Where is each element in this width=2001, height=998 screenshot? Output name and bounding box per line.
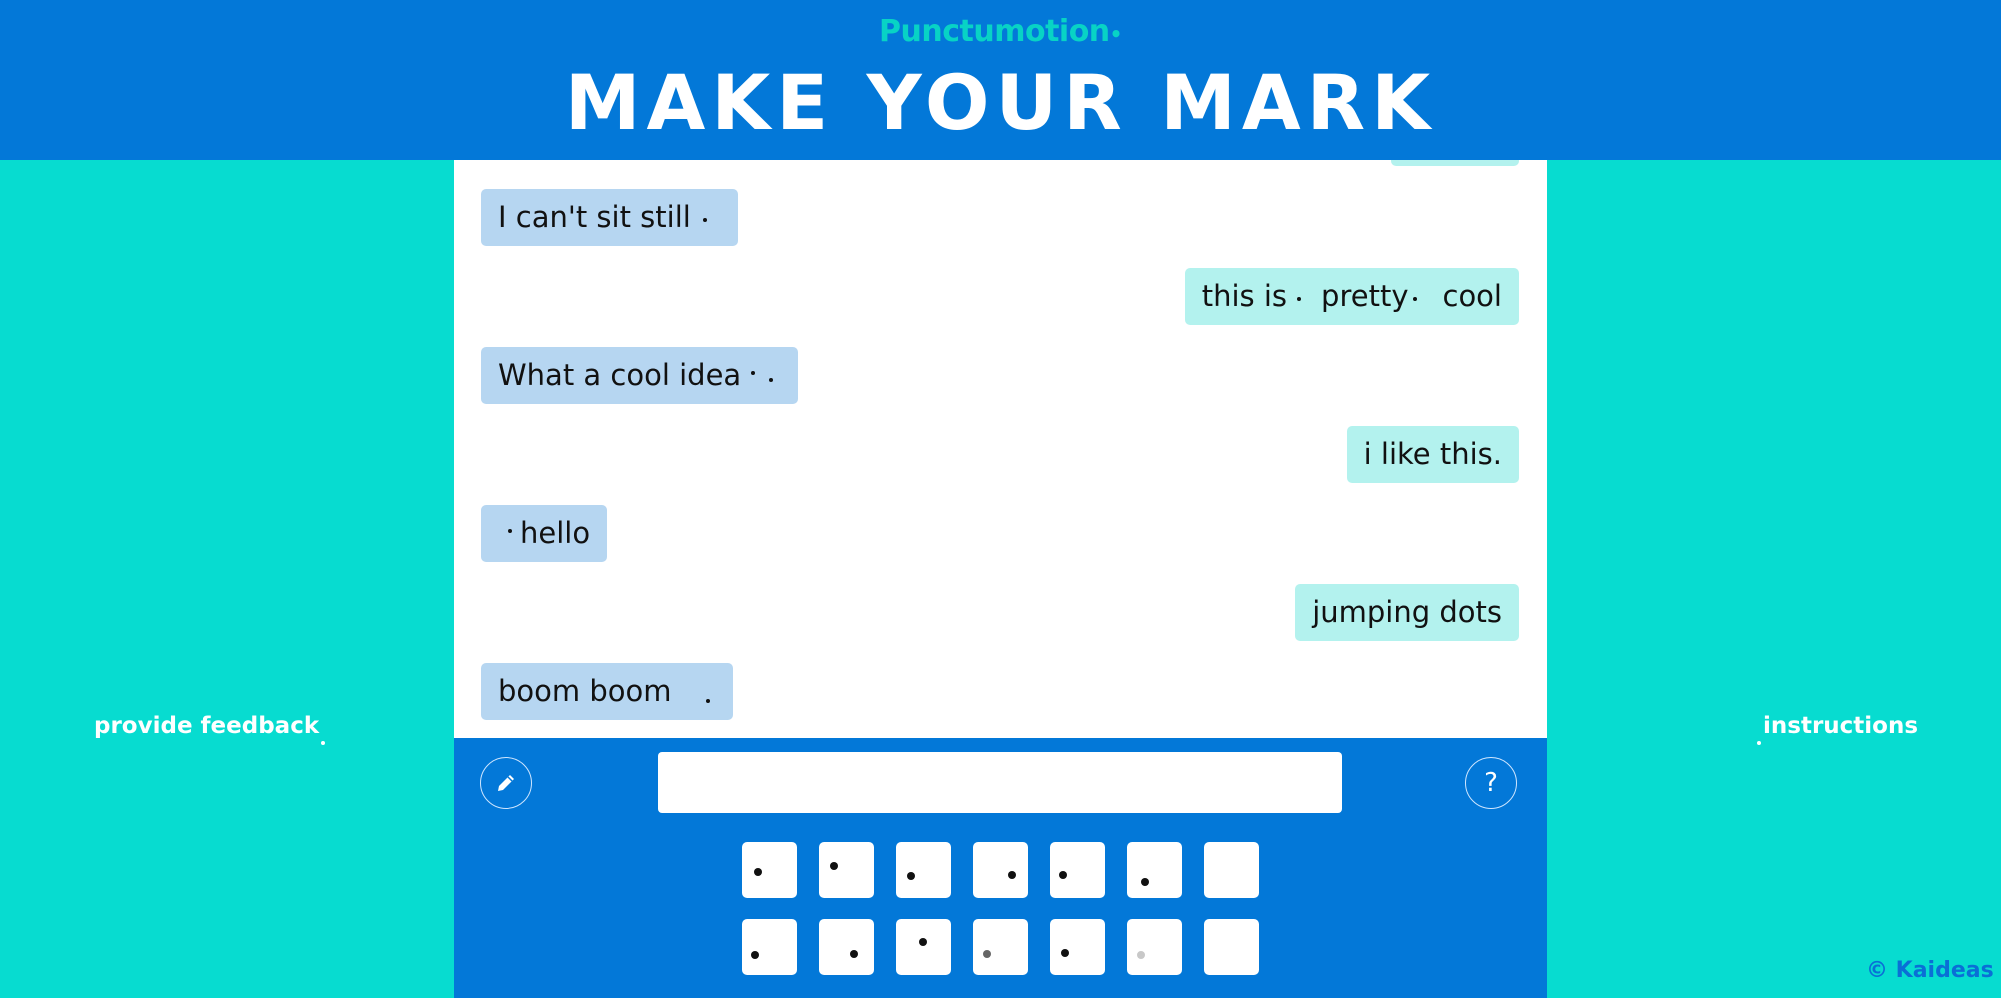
punctuation-dot bbox=[751, 371, 756, 375]
dot-key[interactable] bbox=[896, 842, 951, 898]
punctuation-dot bbox=[702, 218, 707, 222]
dot-icon bbox=[1137, 951, 1145, 959]
punctuation-dot bbox=[508, 529, 512, 533]
message-bubble: I can't sit still bbox=[481, 189, 738, 246]
dot-icon bbox=[830, 862, 838, 870]
message-text: pretty bbox=[1321, 279, 1409, 313]
punctuation-dot bbox=[1297, 297, 1302, 301]
dot-icon bbox=[754, 868, 762, 876]
pencil-icon bbox=[498, 775, 514, 791]
dot-key[interactable] bbox=[1050, 842, 1105, 898]
chat-panel[interactable]: I can't sit still this is pretty cool What… bbox=[454, 160, 1547, 738]
dot-icon bbox=[983, 950, 991, 958]
dot-key[interactable] bbox=[1127, 919, 1182, 975]
instructions-label: instructions bbox=[1763, 713, 1919, 739]
message-bubble: i like this. bbox=[1346, 426, 1519, 483]
message-text: boom boom bbox=[498, 674, 672, 708]
brand-name: Punctumotion bbox=[879, 14, 1110, 49]
dot-icon bbox=[907, 872, 915, 880]
message-text: this is bbox=[1201, 279, 1288, 313]
dot-icon bbox=[1008, 871, 1016, 879]
brand-dot: • bbox=[1109, 22, 1123, 46]
dot-icon bbox=[1061, 949, 1069, 957]
help-button[interactable]: ? bbox=[1465, 757, 1517, 809]
message-bubble: jumping dots bbox=[1295, 584, 1519, 641]
dot-key[interactable] bbox=[1050, 919, 1105, 975]
copyright: © Kaideas bbox=[1866, 958, 1994, 983]
dot-icon bbox=[751, 951, 759, 959]
dot-icon bbox=[1141, 878, 1149, 886]
dot-key[interactable] bbox=[973, 919, 1028, 975]
provide-feedback-label: provide feedback bbox=[94, 713, 320, 739]
punctuation-dot bbox=[1412, 297, 1417, 301]
page-title: MAKE YOUR MARK bbox=[564, 58, 1437, 147]
brand-logo: Punctumotion• bbox=[0, 14, 2001, 49]
message-bubble: boom boom bbox=[481, 663, 733, 720]
message-input[interactable] bbox=[658, 752, 1342, 813]
header: Punctumotion• MAKE YOUR MARK bbox=[0, 0, 2001, 160]
dot-icon bbox=[1059, 871, 1067, 879]
message-bubble-partial bbox=[1391, 160, 1519, 166]
instructions-link[interactable]: instructions bbox=[1757, 713, 1919, 745]
dot-key[interactable] bbox=[819, 919, 874, 975]
message-bubble: hello bbox=[481, 505, 608, 562]
pencil-button[interactable] bbox=[480, 757, 532, 809]
message-text: What a cool idea bbox=[498, 358, 742, 392]
dot-icon bbox=[850, 950, 858, 958]
provide-feedback-link[interactable]: provide feedback bbox=[94, 713, 326, 745]
dot-icon bbox=[919, 938, 927, 946]
composer-bar: ? bbox=[454, 738, 1547, 998]
punctuation-dot bbox=[705, 699, 710, 703]
punctuation-dot bbox=[769, 378, 774, 382]
blank-key[interactable] bbox=[1204, 842, 1259, 898]
dot-key[interactable] bbox=[819, 842, 874, 898]
message-text: jumping dots bbox=[1312, 595, 1502, 629]
message-text: I can't sit still bbox=[498, 200, 691, 234]
message-bubble: this is pretty cool bbox=[1184, 268, 1519, 325]
dot-key[interactable] bbox=[742, 842, 797, 898]
message-text: cool bbox=[1442, 279, 1503, 313]
help-label: ? bbox=[1484, 768, 1498, 798]
message-text: hello bbox=[520, 516, 591, 550]
blank-key[interactable] bbox=[1204, 919, 1259, 975]
feedback-dot-icon bbox=[321, 741, 326, 745]
instructions-dot-icon bbox=[1757, 741, 1761, 745]
dot-key[interactable] bbox=[742, 919, 797, 975]
dot-key[interactable] bbox=[973, 842, 1028, 898]
message-bubble: What a cool idea bbox=[481, 347, 799, 404]
dot-key[interactable] bbox=[1127, 842, 1182, 898]
dot-key[interactable] bbox=[896, 919, 951, 975]
message-text: i like this. bbox=[1363, 437, 1502, 471]
